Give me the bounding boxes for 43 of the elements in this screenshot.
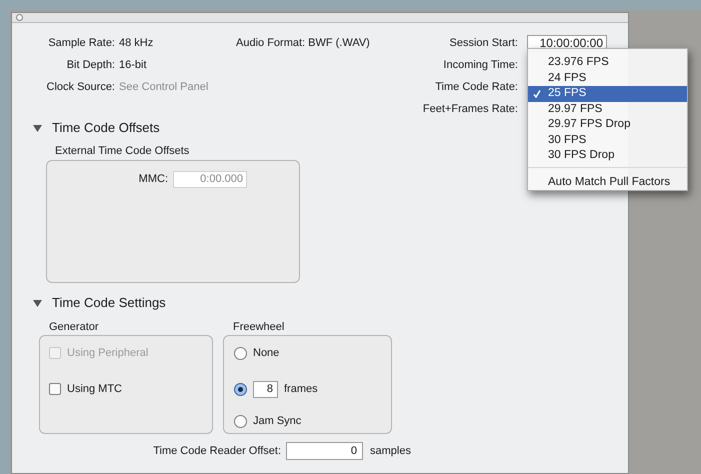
- reader-offset-field[interactable]: 0: [286, 442, 363, 460]
- field-label: Time Code Reader Offset:: [152, 444, 281, 459]
- radio-label: Jam Sync: [253, 414, 302, 429]
- info-value: See Control Panel: [119, 80, 208, 95]
- disclosure-triangle-down-icon[interactable]: [33, 298, 42, 308]
- radio-button[interactable]: [234, 346, 247, 360]
- close-button[interactable]: [16, 14, 23, 21]
- group-title: Freewheel: [233, 320, 284, 334]
- menu-item[interactable]: 29.97 FPS: [528, 102, 687, 117]
- info-label: Bit Depth:: [66, 58, 115, 73]
- info-label: Sample Rate:: [47, 36, 115, 51]
- menu-item[interactable]: 30 FPS: [528, 132, 687, 148]
- checkbox[interactable]: [49, 383, 61, 395]
- field-label: Session Start:: [450, 36, 518, 51]
- checkbox-label: Using Peripheral: [67, 346, 148, 361]
- menu-item[interactable]: Auto Match Pull Factors: [528, 174, 687, 190]
- menu-item[interactable]: 25 FPS: [528, 86, 687, 102]
- menu-item[interactable]: 23.976 FPS: [528, 55, 687, 70]
- section-heading: Time Code Settings: [52, 294, 166, 312]
- group-title: External Time Code Offsets: [55, 144, 190, 158]
- section-heading: Time Code Offsets: [52, 119, 160, 138]
- field-label: Feet+Frames Rate:: [422, 102, 518, 117]
- info-value: 16-bit: [119, 58, 147, 73]
- radio-button[interactable]: [234, 382, 247, 396]
- radio-button[interactable]: [234, 414, 247, 428]
- radio-label: None: [253, 346, 280, 361]
- checkmark-icon: [533, 90, 541, 98]
- group-title: Generator: [49, 320, 99, 334]
- checkbox-label: Using MTC: [67, 382, 122, 397]
- disclosure-triangle-down-icon[interactable]: [33, 124, 42, 132]
- menu-item[interactable]: 24 FPS: [528, 70, 687, 86]
- field-label: MMC:: [138, 172, 168, 187]
- mmc-field: 0:00.000: [173, 170, 247, 188]
- unit-label: frames: [284, 382, 318, 397]
- info-label: Clock Source:: [46, 80, 115, 95]
- field-label: Time Code Rate:: [435, 80, 518, 95]
- unit-label: samples: [370, 444, 411, 459]
- field-label: Incoming Time:: [443, 58, 518, 73]
- frames-field[interactable]: 8: [253, 380, 278, 398]
- menu-item[interactable]: 30 FPS Drop: [528, 148, 687, 164]
- info-value: 48 kHz: [119, 36, 154, 51]
- info-text: Audio Format: BWF (.WAV): [236, 36, 370, 49]
- menu-item[interactable]: 29.97 FPS Drop: [528, 117, 687, 132]
